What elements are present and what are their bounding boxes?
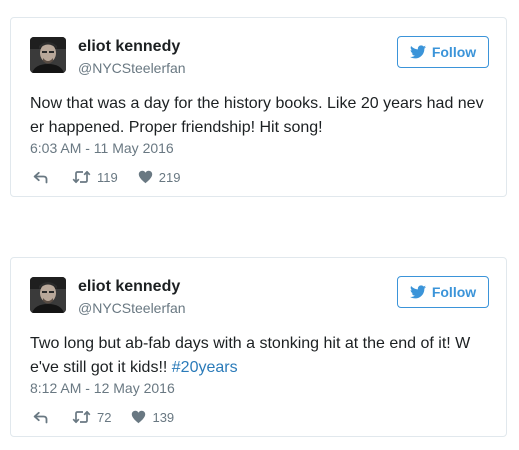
tweet-timestamp[interactable]: 6:03 AM - 11 May 2016 [30, 140, 174, 156]
twitter-bird-icon [409, 45, 426, 59]
like-count: 139 [152, 409, 175, 425]
follow-label: Follow [431, 284, 477, 300]
reply-button[interactable] [32, 170, 48, 184]
tweet-text-line: er happened. Proper friendship! Hit song… [30, 119, 323, 136]
display-name[interactable]: eliot kennedy [78, 278, 180, 296]
tweet-text-line: e've still got it kids!! #20years [30, 356, 492, 380]
tweet-card: eliot kennedy @NYCSteelerfan Follow Two … [10, 257, 507, 437]
tweet-text-line: Two long but ab-fab days with a stonking… [30, 335, 471, 352]
like-count: 219 [158, 169, 181, 185]
follow-button[interactable]: Follow [397, 276, 489, 308]
tweet-text-line: Now that was a day for the history books… [30, 95, 484, 112]
tweet-text: Two long but ab-fab days with a stonking… [30, 332, 492, 380]
retweet-icon [72, 410, 91, 424]
tweet-actions: 72 139 [32, 407, 174, 427]
heart-icon [132, 410, 146, 424]
retweet-button[interactable]: 72 [72, 410, 111, 425]
reply-arrow-icon [33, 411, 48, 424]
reply-button[interactable] [32, 410, 48, 424]
tweet-actions: 119 219 [32, 167, 180, 187]
display-name[interactable]: eliot kennedy [78, 38, 180, 56]
user-handle[interactable]: @NYCSteelerfan [78, 300, 186, 316]
avatar-image [30, 277, 66, 313]
twitter-bird-icon [409, 285, 426, 299]
retweet-count: 119 [97, 169, 118, 185]
tweet-text: Now that was a day for the history books… [30, 92, 492, 140]
reply-arrow-icon [33, 171, 48, 184]
like-button[interactable]: 139 [131, 410, 174, 425]
avatar[interactable] [30, 37, 66, 73]
hashtag-link[interactable]: #20years [172, 359, 238, 376]
retweet-count: 72 [97, 409, 112, 425]
tweet-card: eliot kennedy @NYCSteelerfan Follow Now … [10, 17, 507, 197]
page: eliot kennedy @NYCSteelerfan Follow Now … [0, 0, 519, 450]
avatar[interactable] [30, 277, 66, 313]
like-button[interactable]: 219 [138, 169, 181, 185]
tweet-timestamp[interactable]: 8:12 AM - 12 May 2016 [30, 380, 175, 396]
heart-icon [138, 170, 152, 184]
tweet-text-segment: e've still got it kids!! [30, 359, 172, 376]
retweet-button[interactable]: 119 [72, 170, 118, 185]
user-handle[interactable]: @NYCSteelerfan [78, 60, 186, 76]
retweet-icon [72, 170, 91, 184]
follow-button[interactable]: Follow [397, 36, 489, 68]
follow-label: Follow [431, 44, 477, 60]
avatar-image [30, 37, 66, 73]
